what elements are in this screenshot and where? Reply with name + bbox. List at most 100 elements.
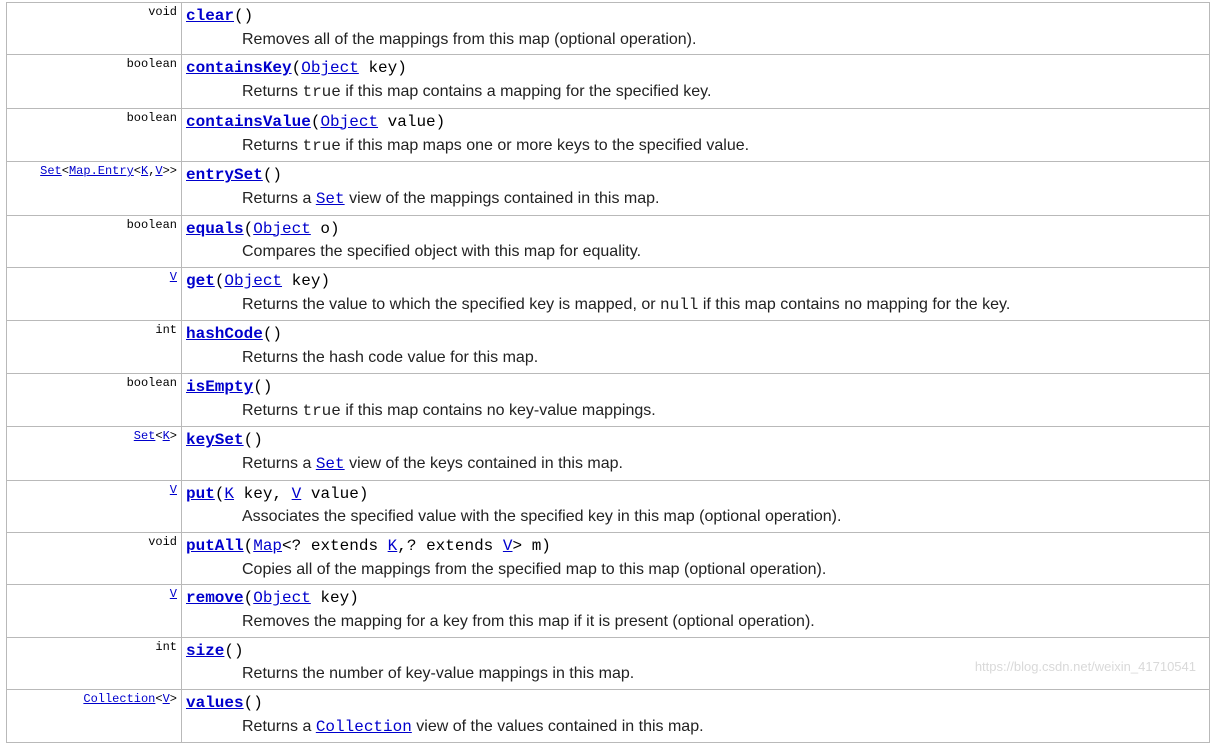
method-cell: get(Object key)Returns the value to whic… [182, 267, 1210, 320]
method-description: Removes the mapping for a key from this … [186, 609, 1205, 633]
type-link[interactable]: Map [253, 537, 282, 555]
return-type: int [7, 321, 182, 373]
method-signature: put(K key, V value) [186, 483, 1205, 505]
type-link[interactable]: V [170, 483, 177, 497]
method-signature: putAll(Map<? extends K,? extends V> m) [186, 535, 1205, 557]
method-signature: containsKey(Object key) [186, 57, 1205, 79]
return-type: V [7, 480, 182, 532]
method-link[interactable]: clear [186, 7, 234, 25]
table-row: booleancontainsKey(Object key)Returns tr… [7, 55, 1210, 108]
method-signature: hashCode() [186, 323, 1205, 345]
table-row: intsize()Returns the number of key-value… [7, 637, 1210, 689]
return-type: Collection<V> [7, 690, 182, 743]
type-link[interactable]: Collection [83, 692, 155, 706]
method-signature: entrySet() [186, 164, 1205, 186]
method-summary-table: voidclear()Removes all of the mappings f… [6, 2, 1210, 743]
method-link[interactable]: put [186, 485, 215, 503]
table-row: voidputAll(Map<? extends K,? extends V> … [7, 532, 1210, 584]
table-row: Set<Map.Entry<K,V>>entrySet()Returns a S… [7, 162, 1210, 215]
method-cell: containsKey(Object key)Returns true if t… [182, 55, 1210, 108]
type-link[interactable]: V [503, 537, 513, 555]
method-description: Returns the hash code value for this map… [186, 345, 1205, 369]
type-link[interactable]: K [388, 537, 398, 555]
method-link[interactable]: equals [186, 220, 244, 238]
method-signature: isEmpty() [186, 376, 1205, 398]
method-cell: remove(Object key)Removes the mapping fo… [182, 585, 1210, 637]
method-description: Returns true if this map contains no key… [186, 398, 1205, 423]
method-signature: equals(Object o) [186, 218, 1205, 240]
return-type: V [7, 267, 182, 320]
method-signature: clear() [186, 5, 1205, 27]
table-row: voidclear()Removes all of the mappings f… [7, 3, 1210, 55]
type-link[interactable]: V [170, 270, 177, 284]
return-type: boolean [7, 108, 182, 161]
type-link[interactable]: K [224, 485, 234, 503]
method-link[interactable]: keySet [186, 431, 244, 449]
method-link[interactable]: hashCode [186, 325, 263, 343]
method-description: Returns true if this map contains a mapp… [186, 79, 1205, 104]
method-description: Associates the specified value with the … [186, 504, 1205, 528]
method-description: Returns a Set view of the mappings conta… [186, 186, 1205, 211]
method-cell: containsValue(Object value)Returns true … [182, 108, 1210, 161]
type-link[interactable]: Map.Entry [69, 164, 134, 178]
method-signature: get(Object key) [186, 270, 1205, 292]
method-signature: containsValue(Object value) [186, 111, 1205, 133]
table-row: Collection<V>values()Returns a Collectio… [7, 690, 1210, 743]
method-description: Copies all of the mappings from the spec… [186, 557, 1205, 581]
type-link[interactable]: Object [253, 220, 311, 238]
method-cell: keySet()Returns a Set view of the keys c… [182, 427, 1210, 480]
method-description: Returns a Collection view of the values … [186, 714, 1205, 739]
type-link[interactable]: Collection [316, 718, 412, 736]
table-row: Set<K>keySet()Returns a Set view of the … [7, 427, 1210, 480]
type-link[interactable]: V [170, 587, 177, 601]
table-row: booleanequals(Object o)Compares the spec… [7, 215, 1210, 267]
type-link[interactable]: V [163, 692, 170, 706]
return-type: void [7, 532, 182, 584]
table-row: Vget(Object key)Returns the value to whi… [7, 267, 1210, 320]
type-link[interactable]: Set [134, 429, 156, 443]
method-cell: size()Returns the number of key-value ma… [182, 637, 1210, 689]
method-link[interactable]: values [186, 694, 244, 712]
method-description: Returns a Set view of the keys contained… [186, 451, 1205, 476]
return-type: Set<K> [7, 427, 182, 480]
return-type: void [7, 3, 182, 55]
type-link[interactable]: V [155, 164, 162, 178]
type-link[interactable]: Object [301, 59, 359, 77]
method-link[interactable]: get [186, 272, 215, 290]
type-link[interactable]: K [141, 164, 148, 178]
type-link[interactable]: Set [40, 164, 62, 178]
method-link[interactable]: isEmpty [186, 378, 253, 396]
return-type: int [7, 637, 182, 689]
method-cell: equals(Object o)Compares the specified o… [182, 215, 1210, 267]
method-cell: isEmpty()Returns true if this map contai… [182, 373, 1210, 426]
method-signature: keySet() [186, 429, 1205, 451]
method-link[interactable]: putAll [186, 537, 244, 555]
return-type: boolean [7, 215, 182, 267]
table-row: Vremove(Object key)Removes the mapping f… [7, 585, 1210, 637]
method-link[interactable]: remove [186, 589, 244, 607]
type-link[interactable]: Object [224, 272, 282, 290]
method-link[interactable]: entrySet [186, 166, 263, 184]
method-cell: hashCode()Returns the hash code value fo… [182, 321, 1210, 373]
type-link[interactable]: V [292, 485, 302, 503]
method-description: Returns the number of key-value mappings… [186, 661, 1205, 685]
type-link[interactable]: Set [316, 190, 345, 208]
method-signature: values() [186, 692, 1205, 714]
table-row: Vput(K key, V value)Associates the speci… [7, 480, 1210, 532]
method-cell: clear()Removes all of the mappings from … [182, 3, 1210, 55]
method-cell: entrySet()Returns a Set view of the mapp… [182, 162, 1210, 215]
method-signature: size() [186, 640, 1205, 662]
return-type: boolean [7, 55, 182, 108]
type-link[interactable]: Object [320, 113, 378, 131]
method-link[interactable]: size [186, 642, 224, 660]
method-description: Returns the value to which the specified… [186, 292, 1205, 317]
table-row: booleanisEmpty()Returns true if this map… [7, 373, 1210, 426]
method-link[interactable]: containsValue [186, 113, 311, 131]
method-link[interactable]: containsKey [186, 59, 292, 77]
method-rows: voidclear()Removes all of the mappings f… [7, 3, 1210, 743]
method-description: Removes all of the mappings from this ma… [186, 27, 1205, 51]
method-cell: putAll(Map<? extends K,? extends V> m)Co… [182, 532, 1210, 584]
type-link[interactable]: K [163, 429, 170, 443]
type-link[interactable]: Object [253, 589, 311, 607]
type-link[interactable]: Set [316, 455, 345, 473]
